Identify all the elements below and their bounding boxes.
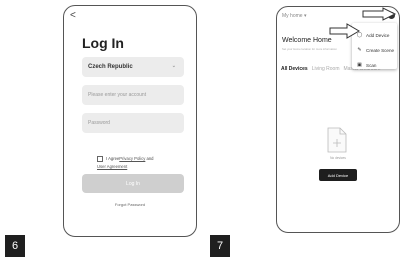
home-phone-screen: My home ▾ + Welcome Home Set your Home l…	[276, 6, 400, 233]
agree-text: I Agree	[106, 156, 120, 161]
agree-checkbox[interactable]	[97, 155, 103, 162]
country-select[interactable]: Czech Republic ⌄	[82, 57, 184, 77]
menu-scan-label: Scan	[366, 62, 377, 68]
empty-document-icon	[327, 127, 347, 153]
login-phone-screen: < Log In Czech Republic ⌄ Please enter y…	[63, 5, 197, 237]
no-devices-text: No devices	[330, 156, 346, 160]
account-placeholder: Please enter your account	[88, 92, 147, 98]
menu-item-add-device[interactable]: ◯ Add Device	[356, 30, 390, 40]
menu-create-scene-label: Create Scene	[366, 47, 395, 53]
menu-add-device-label: Add Device	[366, 32, 390, 38]
menu-item-scan[interactable]: ▣ Scan	[356, 60, 376, 70]
and-text: and	[145, 156, 154, 161]
create-scene-icon: ✎	[357, 47, 362, 53]
agreement-row: I AgreePrivacy Policy and User Agreement	[97, 155, 187, 171]
menu-item-create-scene[interactable]: ✎ Create Scene	[356, 45, 394, 55]
forgot-password-link[interactable]: Forgot Password	[64, 202, 196, 207]
login-title: Log In	[82, 35, 124, 51]
user-agreement-link[interactable]: User Agreement	[97, 164, 127, 169]
tab-living-room[interactable]: Living Room	[312, 66, 340, 72]
login-button[interactable]: Log In	[82, 174, 184, 193]
step-number-badge: 6	[5, 235, 25, 257]
arrow-to-add-device-icon	[329, 23, 360, 39]
welcome-subtitle: Set your Home location for more informat…	[282, 47, 337, 51]
password-placeholder: Password	[88, 120, 110, 126]
tab-all-devices[interactable]: All Devices	[281, 66, 308, 72]
add-device-button[interactable]: Add Device	[319, 169, 357, 181]
home-selector[interactable]: My home ▾	[282, 13, 306, 19]
arrow-to-plus-icon	[362, 7, 397, 21]
chevron-down-icon: ⌄	[171, 63, 176, 69]
country-value: Czech Republic	[88, 64, 133, 70]
account-input[interactable]: Please enter your account	[82, 85, 184, 105]
back-icon[interactable]: <	[70, 11, 76, 21]
welcome-title: Welcome Home	[282, 37, 332, 44]
password-input[interactable]: Password	[82, 113, 184, 133]
scan-icon: ▣	[357, 62, 362, 68]
step-number-badge: 7	[210, 235, 230, 257]
privacy-policy-link[interactable]: Privacy Policy	[119, 156, 145, 161]
